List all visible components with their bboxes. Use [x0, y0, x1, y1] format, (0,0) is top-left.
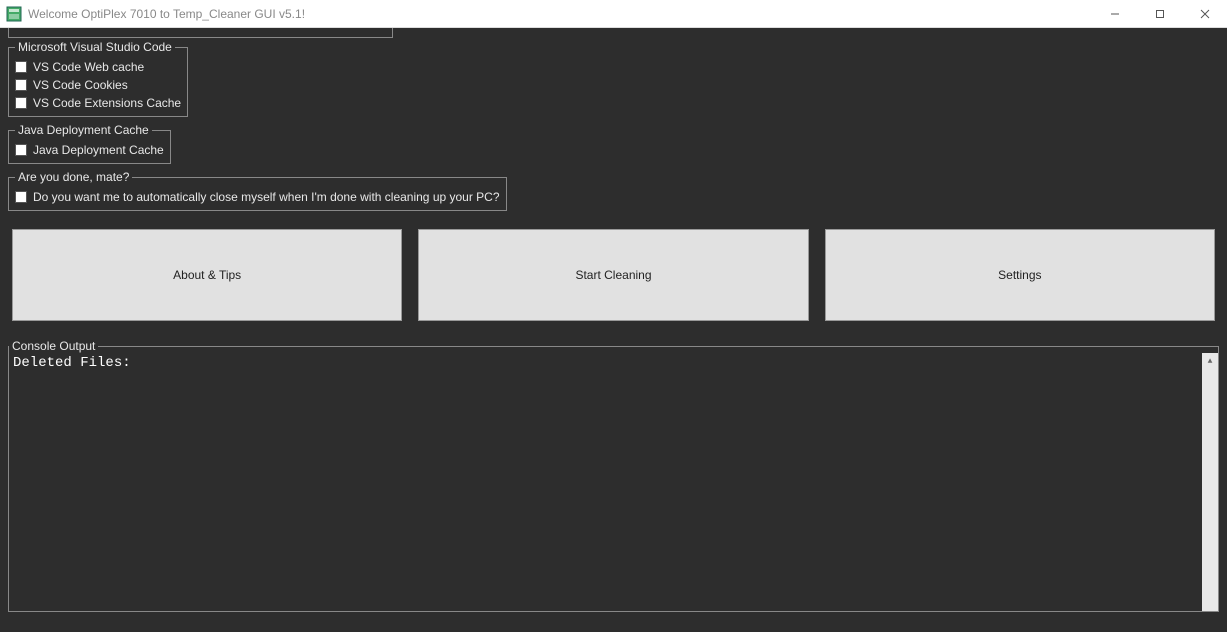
about-button[interactable]: About & Tips [12, 229, 402, 321]
checkbox-row[interactable]: Do you want me to automatically close my… [15, 188, 500, 206]
checkbox-label: Java Deployment Cache [33, 143, 164, 157]
close-button[interactable] [1182, 0, 1227, 27]
start-cleaning-button[interactable]: Start Cleaning [418, 229, 808, 321]
settings-button-label: Settings [998, 268, 1041, 282]
checkbox-icon[interactable] [15, 61, 27, 73]
titlebar: Welcome OptiPlex 7010 to Temp_Cleaner GU… [0, 0, 1227, 28]
console-output-legend: Console Output [9, 339, 98, 353]
checkbox-icon[interactable] [15, 97, 27, 109]
start-cleaning-button-label: Start Cleaning [575, 268, 651, 282]
window-controls [1092, 0, 1227, 27]
group-vscode-legend: Microsoft Visual Studio Code [15, 40, 175, 54]
group-done-legend: Are you done, mate? [15, 170, 132, 184]
console-output-group: Console Output Deleted Files: ▲ [8, 339, 1219, 612]
checkbox-icon[interactable] [15, 191, 27, 203]
group-java: Java Deployment Cache Java Deployment Ca… [8, 123, 171, 164]
checkbox-row[interactable]: VS Code Web cache [15, 58, 181, 76]
checkbox-row[interactable]: Java Deployment Cache [15, 141, 164, 159]
group-java-legend: Java Deployment Cache [15, 123, 152, 137]
app-icon [6, 6, 22, 22]
checkbox-label: Do you want me to automatically close my… [33, 190, 500, 204]
app-body: Microsoft Visual Studio Code VS Code Web… [0, 28, 1227, 632]
window-title: Welcome OptiPlex 7010 to Temp_Cleaner GU… [28, 7, 1092, 21]
console-output-text: Deleted Files: [13, 355, 131, 371]
checkbox-row[interactable]: VS Code Cookies [15, 76, 181, 94]
scroll-up-icon[interactable]: ▲ [1202, 353, 1218, 369]
minimize-button[interactable] [1092, 0, 1137, 27]
console-scrollbar[interactable]: ▲ [1202, 353, 1218, 611]
about-button-label: About & Tips [173, 268, 241, 282]
button-row: About & Tips Start Cleaning Settings [12, 229, 1215, 321]
checkbox-label: VS Code Cookies [33, 78, 128, 92]
checkbox-label: VS Code Web cache [33, 60, 144, 74]
console-output-area[interactable]: Deleted Files: ▲ [9, 353, 1218, 611]
checkbox-icon[interactable] [15, 144, 27, 156]
settings-button[interactable]: Settings [825, 229, 1215, 321]
cutoff-group [8, 28, 393, 38]
checkbox-label: VS Code Extensions Cache [33, 96, 181, 110]
checkbox-icon[interactable] [15, 79, 27, 91]
group-done: Are you done, mate? Do you want me to au… [8, 170, 507, 211]
checkbox-row[interactable]: VS Code Extensions Cache [15, 94, 181, 112]
maximize-button[interactable] [1137, 0, 1182, 27]
group-vscode: Microsoft Visual Studio Code VS Code Web… [8, 40, 188, 117]
